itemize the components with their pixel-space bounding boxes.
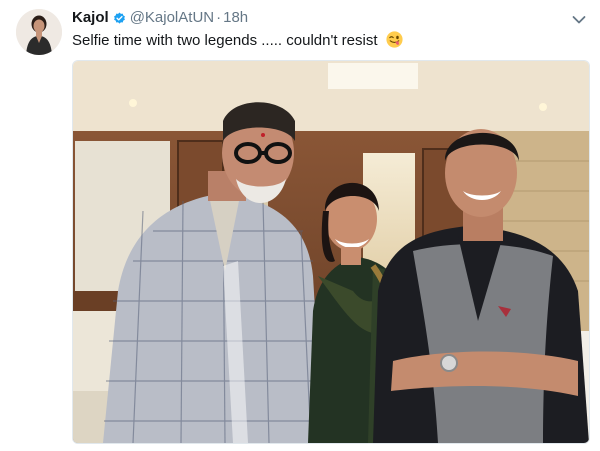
avatar[interactable]	[16, 9, 62, 55]
tweet-photo[interactable]	[72, 60, 590, 444]
tweet-header: Kajol @KajolAtUN · 18h	[72, 9, 248, 27]
tweet-text-content: Selfie time with two legends ..... could…	[72, 32, 378, 49]
verified-badge-icon	[113, 12, 126, 25]
display-name[interactable]: Kajol	[72, 9, 109, 27]
winking-face-with-tongue-icon	[386, 31, 403, 48]
tweet-text: Selfie time with two legends ..... could…	[72, 31, 403, 51]
timestamp[interactable]: 18h	[223, 9, 248, 27]
tweet[interactable]: Kajol @KajolAtUN · 18h Selfie time with …	[0, 0, 600, 451]
user-handle[interactable]: @KajolAtUN	[130, 9, 214, 27]
chevron-down-icon[interactable]	[572, 12, 586, 24]
separator-dot: ·	[216, 9, 222, 26]
